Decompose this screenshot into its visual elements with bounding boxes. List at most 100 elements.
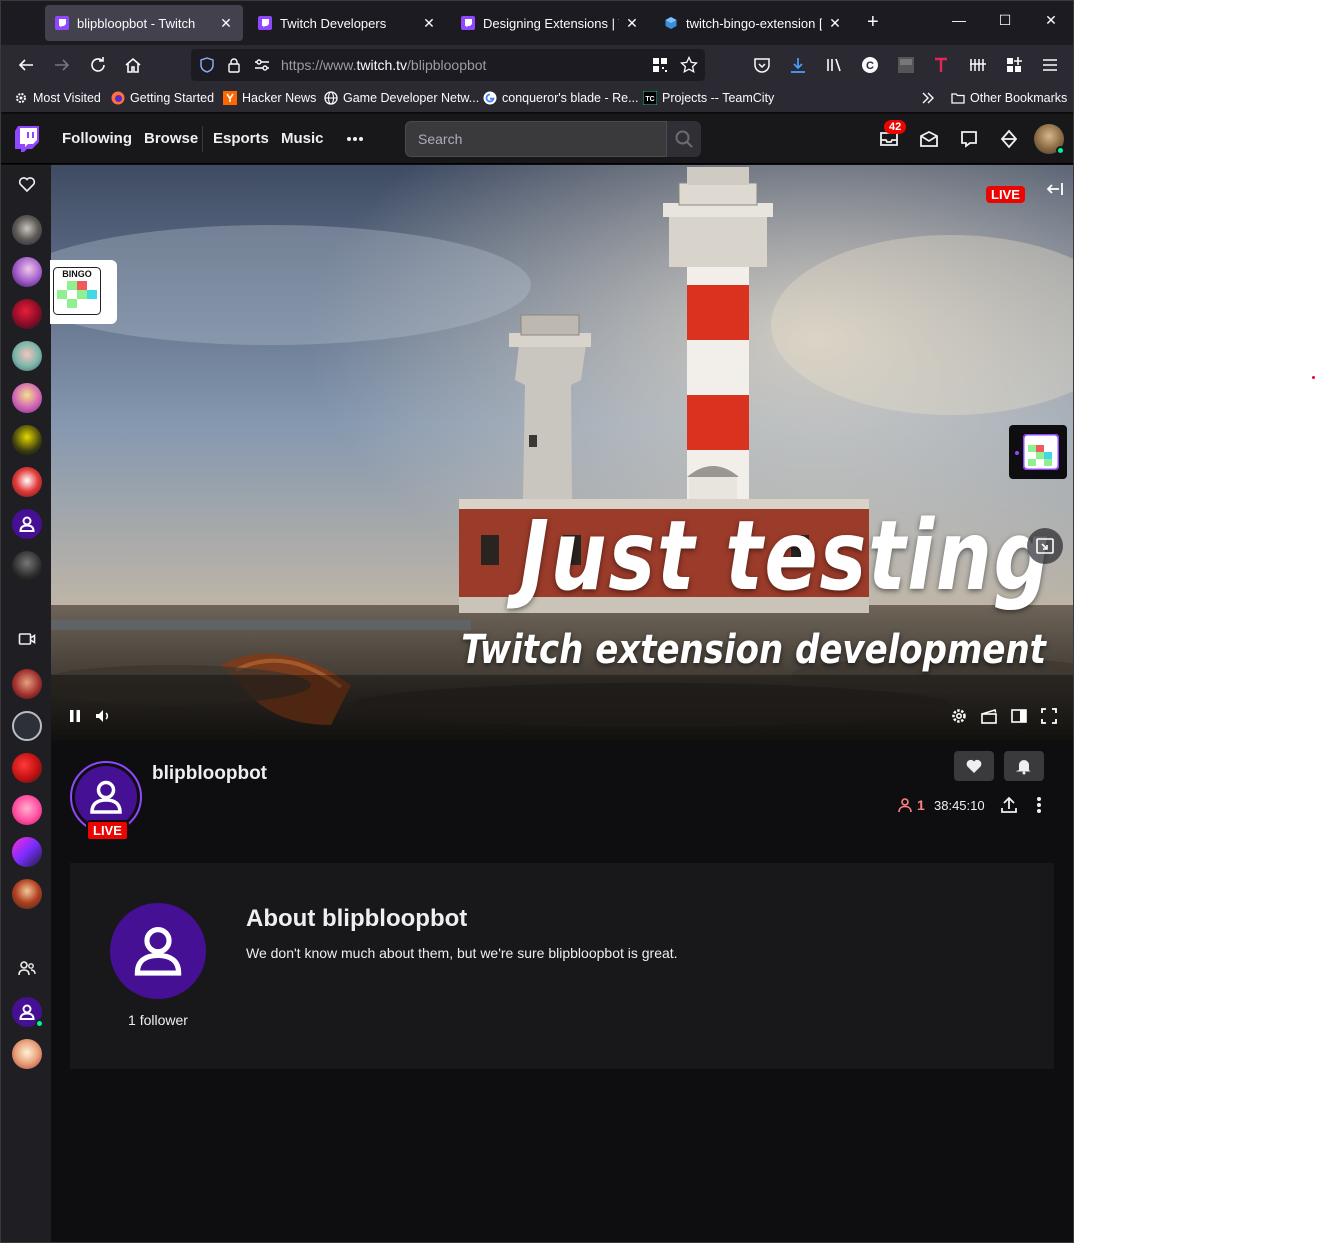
channel-avatar-8[interactable] xyxy=(12,509,42,539)
extension-t-button[interactable] xyxy=(929,53,953,77)
url-bar[interactable]: https://www.twitch.tv/blipbloopbot xyxy=(191,49,705,81)
reload-button[interactable] xyxy=(86,53,110,77)
channel-avatar-2[interactable] xyxy=(12,257,42,287)
browser-window: blipbloopbot - Twitch ✕ Twitch Developer… xyxy=(0,0,1074,1243)
extension-se-button[interactable] xyxy=(894,53,918,77)
about-title: About blipbloopbot xyxy=(246,905,468,932)
channel-avatar-4[interactable] xyxy=(12,341,42,371)
prime-button[interactable] xyxy=(998,128,1020,150)
bookmark-teamcity[interactable]: TC Projects -- TeamCity xyxy=(643,91,774,105)
channel-avatar-1[interactable] xyxy=(12,215,42,245)
menu-button[interactable] xyxy=(1038,53,1062,77)
share-button[interactable] xyxy=(999,795,1019,815)
bingo-extension-panel[interactable]: BINGO xyxy=(50,260,117,324)
about-panel: 1 follower About blipbloopbot We don't k… xyxy=(70,863,1054,1069)
other-bookmarks[interactable]: Other Bookmarks xyxy=(951,91,1067,105)
settings-button[interactable] xyxy=(948,705,970,727)
channel-avatar-11[interactable] xyxy=(12,711,42,741)
clapperboard-icon xyxy=(981,708,997,724)
search-button[interactable] xyxy=(667,121,701,157)
fullscreen-button[interactable] xyxy=(1038,705,1060,727)
more-options-icon[interactable] xyxy=(344,128,366,150)
people-icon xyxy=(16,957,38,979)
channel-avatar-9[interactable] xyxy=(12,551,42,581)
extension-c-button[interactable]: C xyxy=(858,53,882,77)
video-player[interactable]: LIVE Just testing Twitch extension devel… xyxy=(51,165,1073,740)
bookmark-hacker-news[interactable]: Hacker News xyxy=(223,91,316,105)
chat-button[interactable] xyxy=(958,128,980,150)
collapse-icon[interactable] xyxy=(1045,179,1067,199)
user-avatar[interactable] xyxy=(1034,124,1065,155)
channel-avatar-16[interactable] xyxy=(12,997,44,1028)
twitch-logo-icon[interactable] xyxy=(15,126,39,152)
share-icon xyxy=(1001,796,1017,813)
extensions-button[interactable] xyxy=(1002,53,1026,77)
forward-button[interactable] xyxy=(50,53,74,77)
downloads-button[interactable] xyxy=(786,53,810,77)
follow-button[interactable] xyxy=(954,751,994,781)
nav-music[interactable]: Music xyxy=(281,130,324,147)
tab-designing-extensions[interactable]: Designing Extensions | Twitch ✕ xyxy=(451,5,649,41)
tab-bar: blipbloopbot - Twitch ✕ Twitch Developer… xyxy=(1,1,1073,45)
popout-player-button[interactable] xyxy=(1027,528,1063,564)
bingo-extension-button[interactable] xyxy=(1009,425,1067,479)
heart-icon xyxy=(16,173,38,195)
columns-icon xyxy=(970,59,986,71)
tab-twitch-developers[interactable]: Twitch Developers ✕ xyxy=(248,5,446,41)
channel-avatar-13[interactable] xyxy=(12,795,42,825)
more-options-button[interactable] xyxy=(1031,795,1047,815)
maximize-button[interactable]: ☐ xyxy=(994,12,1016,29)
apps-icon xyxy=(1007,57,1022,72)
window-close-button[interactable]: ✕ xyxy=(1040,12,1062,29)
pause-button[interactable] xyxy=(64,705,86,727)
tab-twitch-bingo-extension[interactable]: twitch-bingo-extension [16 ✕ xyxy=(654,5,852,41)
bookmark-most-visited[interactable]: Most Visited xyxy=(14,91,101,105)
svg-text:C: C xyxy=(866,60,874,72)
tab-blipbloopbot[interactable]: blipbloopbot - Twitch ✕ xyxy=(45,5,243,41)
channel-avatar-12[interactable] xyxy=(12,753,42,783)
theatre-mode-button[interactable] xyxy=(1008,705,1030,727)
library-icon xyxy=(827,58,841,72)
close-icon[interactable]: ✕ xyxy=(828,15,842,32)
channel-avatar-15[interactable] xyxy=(12,879,42,909)
bookmark-conquerors-blade[interactable]: conqueror's blade - Re... xyxy=(483,91,639,105)
clip-button[interactable] xyxy=(978,705,1000,727)
whispers-button[interactable] xyxy=(918,128,940,150)
notification-bell-button[interactable] xyxy=(1004,751,1044,781)
close-icon[interactable]: ✕ xyxy=(422,15,436,32)
volume-button[interactable] xyxy=(92,705,114,727)
channel-avatar-5[interactable] xyxy=(12,383,42,413)
speaker-icon xyxy=(96,710,109,722)
lock-icon xyxy=(228,58,240,73)
close-icon[interactable]: ✕ xyxy=(625,15,639,32)
library-button[interactable] xyxy=(822,53,846,77)
star-icon[interactable] xyxy=(680,56,698,74)
nav-browse[interactable]: Browse xyxy=(144,130,198,147)
search-icon xyxy=(675,130,693,148)
channel-avatar-14[interactable] xyxy=(12,837,42,867)
nav-esports[interactable]: Esports xyxy=(213,130,269,147)
search-input[interactable]: Search xyxy=(405,121,667,157)
back-button[interactable] xyxy=(14,53,38,77)
close-icon[interactable]: ✕ xyxy=(219,15,233,32)
bell-icon xyxy=(1015,760,1031,775)
bookmark-getting-started[interactable]: Getting Started xyxy=(111,91,214,105)
bingo-label: BINGO xyxy=(62,269,92,279)
qr-code-icon[interactable] xyxy=(652,57,668,73)
nav-following[interactable]: Following xyxy=(62,130,132,147)
channel-avatar-17[interactable] xyxy=(12,1039,42,1069)
extension-grid-button[interactable] xyxy=(966,53,990,77)
user-icon xyxy=(90,780,122,814)
channel-avatar-7[interactable] xyxy=(12,467,42,497)
minimize-button[interactable]: — xyxy=(948,12,970,28)
bookmark-game-developer[interactable]: Game Developer Netw... xyxy=(324,91,479,105)
channel-name[interactable]: blipbloopbot xyxy=(152,763,267,785)
bookmark-label: Hacker News xyxy=(242,91,317,105)
home-button[interactable] xyxy=(121,53,145,77)
channel-avatar-3[interactable] xyxy=(12,299,42,329)
bookmarks-overflow-button[interactable] xyxy=(921,91,940,105)
channel-avatar-10[interactable] xyxy=(12,669,42,699)
new-tab-button[interactable]: + xyxy=(867,11,879,33)
pocket-button[interactable] xyxy=(750,53,774,77)
channel-avatar-6[interactable] xyxy=(12,425,42,455)
